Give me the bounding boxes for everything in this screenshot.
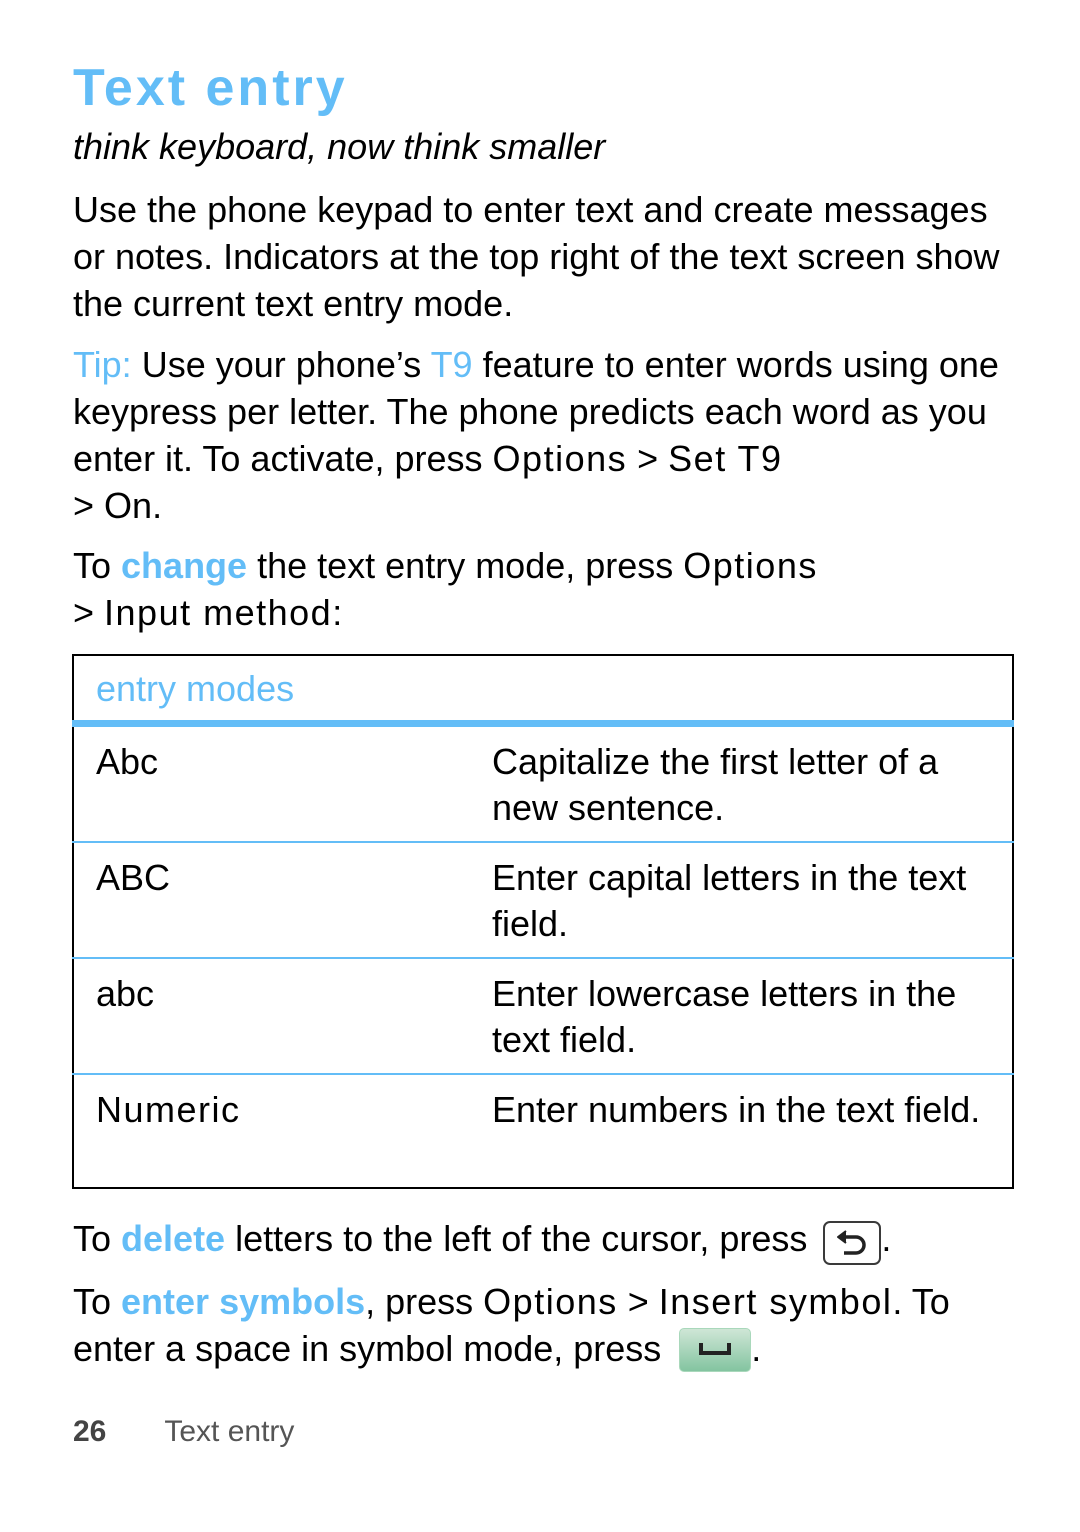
back-key-icon <box>823 1221 882 1265</box>
change-paragraph: To change the text entry mode, press Opt… <box>73 542 1013 636</box>
table-row: ABC Enter capital letters in the text fi… <box>73 841 1013 958</box>
menu-separator: > <box>73 485 105 526</box>
table-row: abc Enter lowercase letters in the text … <box>73 957 1013 1074</box>
punctuation: . <box>881 1218 892 1259</box>
space-key-icon <box>679 1328 752 1372</box>
table-header: entry modes <box>73 655 1013 727</box>
menu-options: Options <box>492 438 628 479</box>
table-row: Abc Capitalize the first letter of a new… <box>73 724 1013 843</box>
text: To <box>73 1218 122 1259</box>
text: letters to the left of the cursor, press <box>225 1218 818 1259</box>
text: , press <box>365 1281 484 1322</box>
mode-description: Enter capital letters in the text field. <box>492 841 1013 958</box>
page-number: 26 <box>73 1415 107 1448</box>
page-title: Text entry <box>73 59 348 117</box>
change-keyword: change <box>121 545 248 586</box>
mode-name: Abc <box>96 741 159 782</box>
delete-keyword: delete <box>121 1218 226 1259</box>
mode-name: Numeric <box>73 1073 492 1188</box>
intro-paragraph: Use the phone keypad to enter text and c… <box>73 189 1000 324</box>
mode-description: Enter lowercase letters in the text fiel… <box>492 957 1013 1074</box>
delete-paragraph: To delete letters to the left of the cur… <box>73 1215 1013 1265</box>
tip-text: Use your phone’s <box>131 344 431 385</box>
mode-description: Capitalize the first letter of a new sen… <box>492 741 939 828</box>
text: the text entry mode, press <box>247 545 684 586</box>
entry-modes-table: entry modes Abc Capitalize the first let… <box>72 654 1014 1189</box>
mode-description: Enter numbers in the text field. <box>492 1073 1013 1188</box>
symbols-paragraph: To enter symbols, press Options > Insert… <box>73 1278 1013 1372</box>
page-subtitle: think keyboard, now think smaller <box>73 126 606 167</box>
menu-set-t9: Set T9 <box>668 438 783 479</box>
text: To <box>73 1281 122 1322</box>
mode-name: ABC <box>73 841 492 958</box>
punctuation: : <box>332 592 343 633</box>
page-footer: 26 Text entry <box>73 1415 294 1449</box>
symbols-keyword: enter symbols <box>121 1281 366 1322</box>
menu-separator: > <box>617 1281 659 1322</box>
menu-options: Options <box>483 1281 618 1322</box>
table-row: Numeric Enter numbers in the text field. <box>73 1073 1013 1188</box>
punctuation: . <box>152 485 163 526</box>
menu-separator: > <box>73 592 105 633</box>
footer-section-title: Text entry <box>164 1415 295 1448</box>
tip-paragraph: Tip: Use your phone’s T9 feature to ente… <box>73 341 1013 529</box>
mode-name: abc <box>73 957 492 1074</box>
tip-label: Tip: <box>73 344 132 385</box>
menu-separator: > <box>627 438 669 479</box>
menu-insert-symbol: Insert symbol <box>658 1281 893 1322</box>
menu-options: Options <box>683 545 818 586</box>
t9-keyword: T9 <box>430 344 473 385</box>
menu-input-method: Input method <box>104 592 333 633</box>
menu-on: On <box>104 485 153 526</box>
text: To <box>73 545 122 586</box>
punctuation: . <box>751 1328 762 1369</box>
